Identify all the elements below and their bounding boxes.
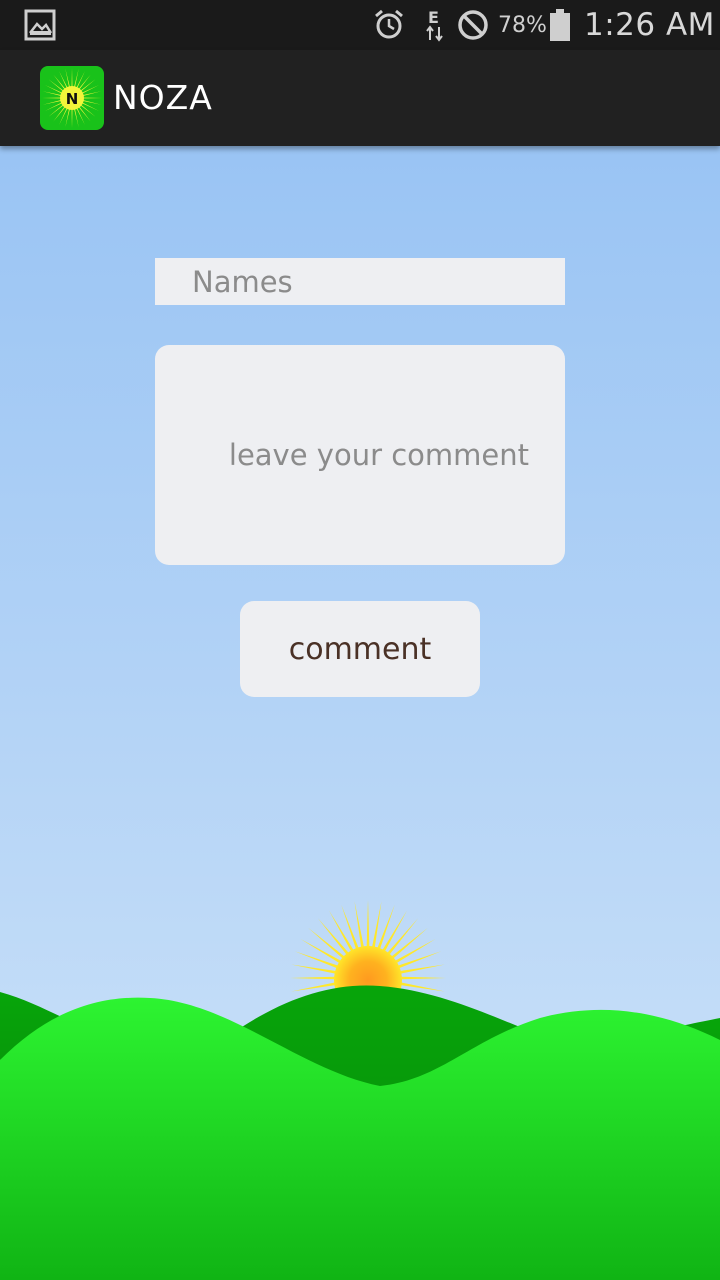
comment-submit-button[interactable]: comment — [240, 601, 480, 697]
comment-textarea[interactable]: leave your comment — [155, 345, 565, 565]
landscape-background — [0, 900, 720, 1280]
sun-ray — [366, 900, 370, 948]
names-input[interactable]: Names — [155, 258, 565, 305]
data-transfer-icon: E — [424, 0, 446, 50]
app-logo-icon[interactable]: N — [40, 66, 104, 130]
app-screen: E 78% 1:26 AM N NOZA Names leave your co… — [0, 0, 720, 1280]
battery-percentage: 78% — [498, 12, 547, 38]
battery-icon — [548, 0, 572, 50]
app-logo-letter: N — [66, 90, 79, 108]
clock: 1:26 AM — [584, 7, 715, 43]
svg-text:E: E — [428, 8, 439, 27]
sun-ray — [290, 976, 338, 980]
app-title: NOZA — [113, 78, 213, 117]
status-bar: E 78% 1:26 AM — [0, 0, 720, 50]
do-not-disturb-icon — [456, 0, 490, 50]
action-bar: N NOZA — [0, 50, 720, 146]
alarm-icon — [372, 0, 406, 50]
gallery-icon — [24, 0, 56, 50]
sun-ray — [398, 976, 446, 980]
